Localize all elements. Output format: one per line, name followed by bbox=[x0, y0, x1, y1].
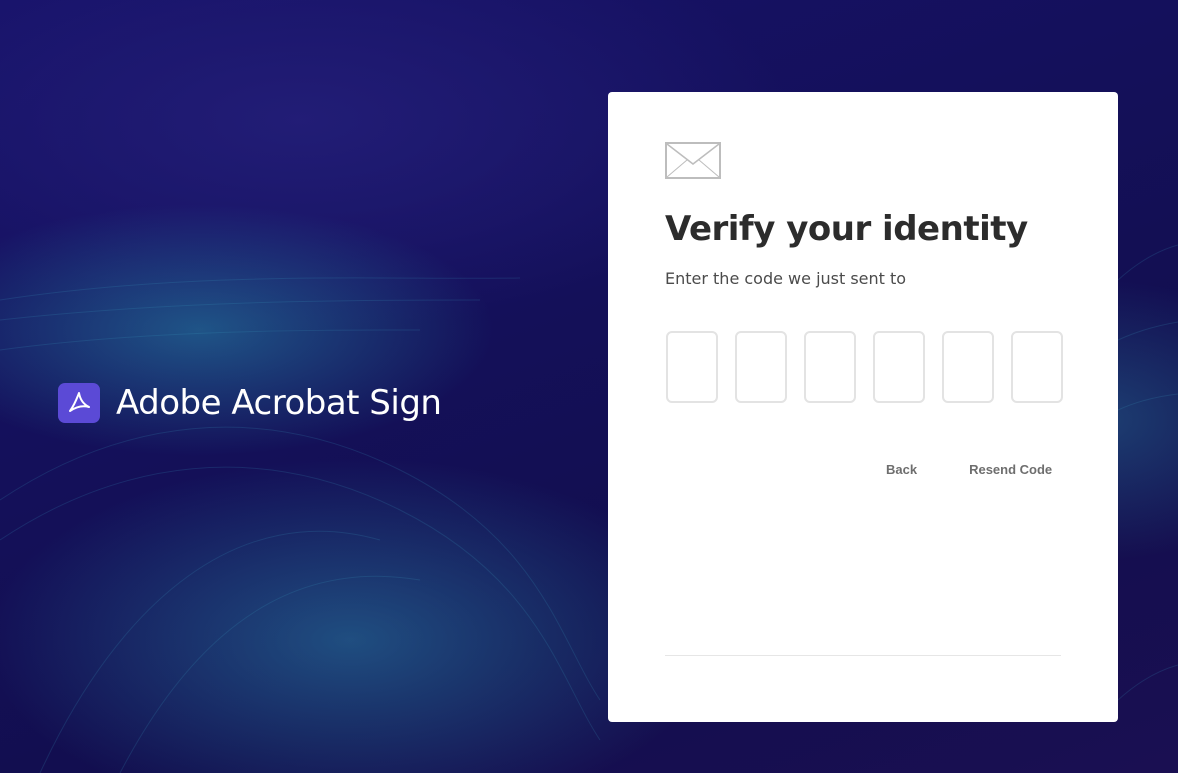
card-actions: Back Resend Code bbox=[878, 458, 1060, 481]
divider bbox=[665, 655, 1061, 656]
page-title: Verify your identity bbox=[665, 209, 1028, 249]
code-digit-6[interactable] bbox=[1011, 331, 1063, 403]
code-digit-1[interactable] bbox=[666, 331, 718, 403]
brand-name: Adobe Acrobat Sign bbox=[116, 383, 442, 423]
code-digit-5[interactable] bbox=[942, 331, 994, 403]
verify-card: Verify your identity Enter the code we j… bbox=[608, 92, 1118, 722]
code-digit-2[interactable] bbox=[735, 331, 787, 403]
back-button[interactable]: Back bbox=[878, 458, 925, 481]
envelope-icon bbox=[665, 142, 721, 179]
resend-code-button[interactable]: Resend Code bbox=[961, 458, 1060, 481]
brand: Adobe Acrobat Sign bbox=[58, 383, 442, 423]
code-digit-3[interactable] bbox=[804, 331, 856, 403]
code-input-group bbox=[666, 331, 1063, 403]
subtitle: Enter the code we just sent to bbox=[665, 269, 907, 288]
acrobat-logo-icon bbox=[58, 383, 100, 423]
code-digit-4[interactable] bbox=[873, 331, 925, 403]
